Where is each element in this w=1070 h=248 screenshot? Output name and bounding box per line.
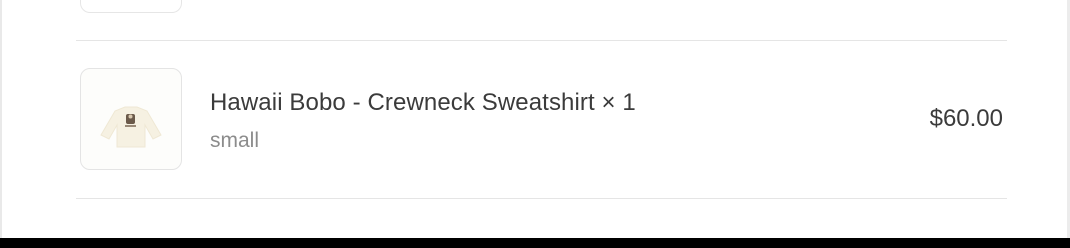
panel-left-border xyxy=(0,0,2,238)
order-line-item: Hawaii Bobo - Crewneck Sweatshirt × 1 sm… xyxy=(76,41,1007,198)
item-price: $60.00 xyxy=(929,105,1003,132)
previous-item-thumbnail xyxy=(80,0,182,13)
sweatshirt-image xyxy=(80,68,182,170)
order-summary-panel: Hawaii Bobo - Crewneck Sweatshirt × 1 sm… xyxy=(0,0,1070,248)
item-title: Hawaii Bobo - Crewneck Sweatshirt × 1 xyxy=(210,89,636,116)
screen-bottom-edge xyxy=(0,238,1070,248)
item-variant: small xyxy=(210,129,260,152)
sweatshirt-icon xyxy=(100,106,162,148)
item-divider-bottom xyxy=(76,198,1007,199)
